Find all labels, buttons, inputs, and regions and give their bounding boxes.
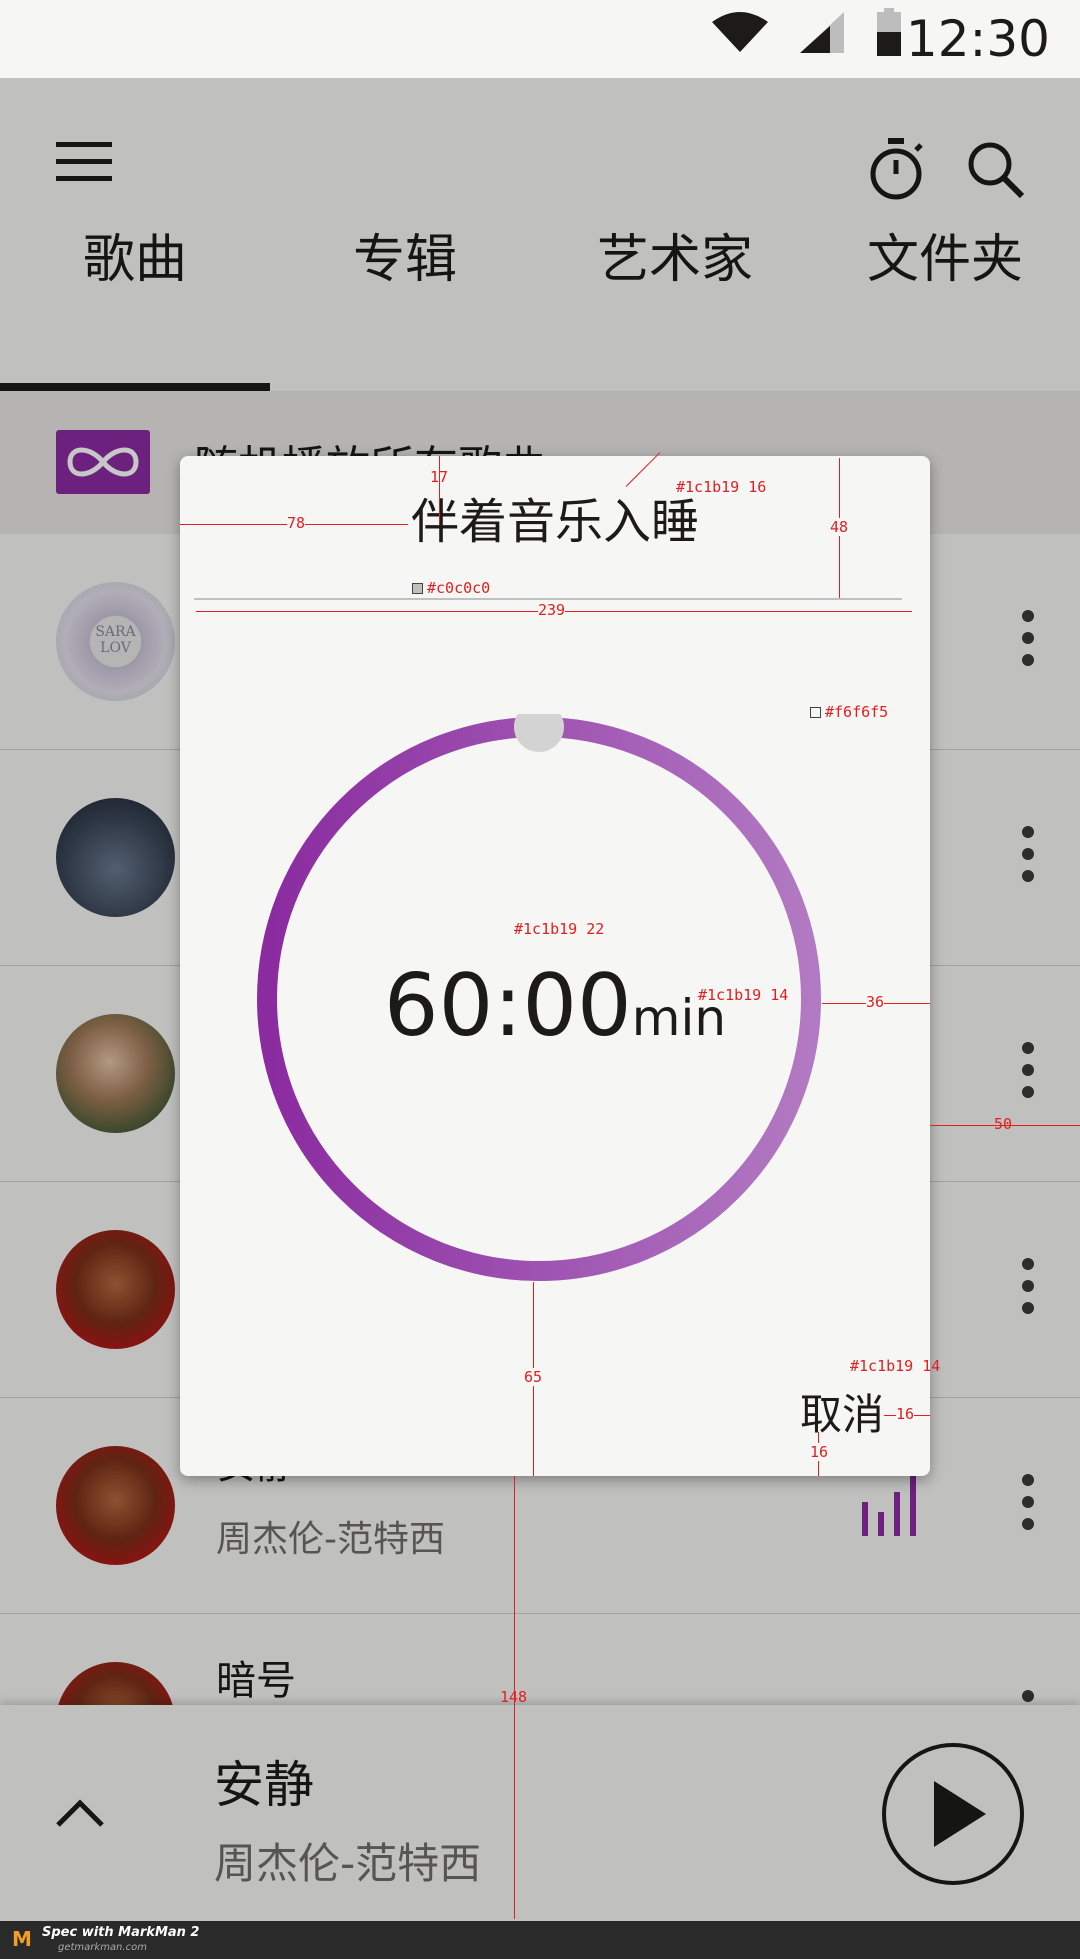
spec-dim-16-bottom: 16 — [810, 1443, 829, 1461]
status-time: 12:30 — [905, 10, 1050, 68]
spec-dim-50: 50 — [994, 1115, 1013, 1133]
spec-dim-36: 36 — [866, 993, 885, 1011]
cancel-button[interactable]: 取消 — [800, 1381, 884, 1442]
footer-site: getmarkman.com — [58, 1942, 147, 1953]
spec-bg-color: #f6f6f5 — [810, 703, 888, 721]
spec-dim-17: 17 — [430, 468, 449, 486]
spec-unit-color: #1c1b19 14 — [698, 986, 789, 1004]
spec-dim-48: 48 — [830, 518, 849, 536]
spec-time-color: #1c1b19 22 — [514, 920, 605, 938]
status-bar: 12:30 — [0, 0, 1080, 78]
markman-footer: M Spec with MarkMan 2 getmarkman.com — [0, 1921, 1080, 1959]
spec-title-color: #1c1b19 16 — [676, 478, 767, 496]
spec-dim-239: 239 — [538, 601, 566, 619]
spec-dim-78: 78 — [287, 514, 306, 532]
spec-dim-65: 65 — [524, 1368, 543, 1386]
spec-cancel-color: #1c1b19 14 — [850, 1357, 941, 1375]
timer-value: 60:00 — [383, 956, 632, 1056]
signal-icon — [800, 12, 844, 53]
spec-divider-color: #c0c0c0 — [412, 579, 490, 597]
wifi-icon — [712, 12, 768, 52]
dialog-divider — [194, 598, 902, 600]
battery-icon — [877, 8, 901, 56]
footer-label: Spec with MarkMan 2 — [42, 1925, 200, 1940]
timer-knob[interactable] — [514, 714, 564, 752]
timer-readout: 60:00min — [180, 956, 930, 1056]
markman-logo: M — [12, 1927, 32, 1951]
spec-dim-148: 148 — [500, 1688, 528, 1706]
spec-dim-16-right: 16 — [896, 1405, 915, 1423]
